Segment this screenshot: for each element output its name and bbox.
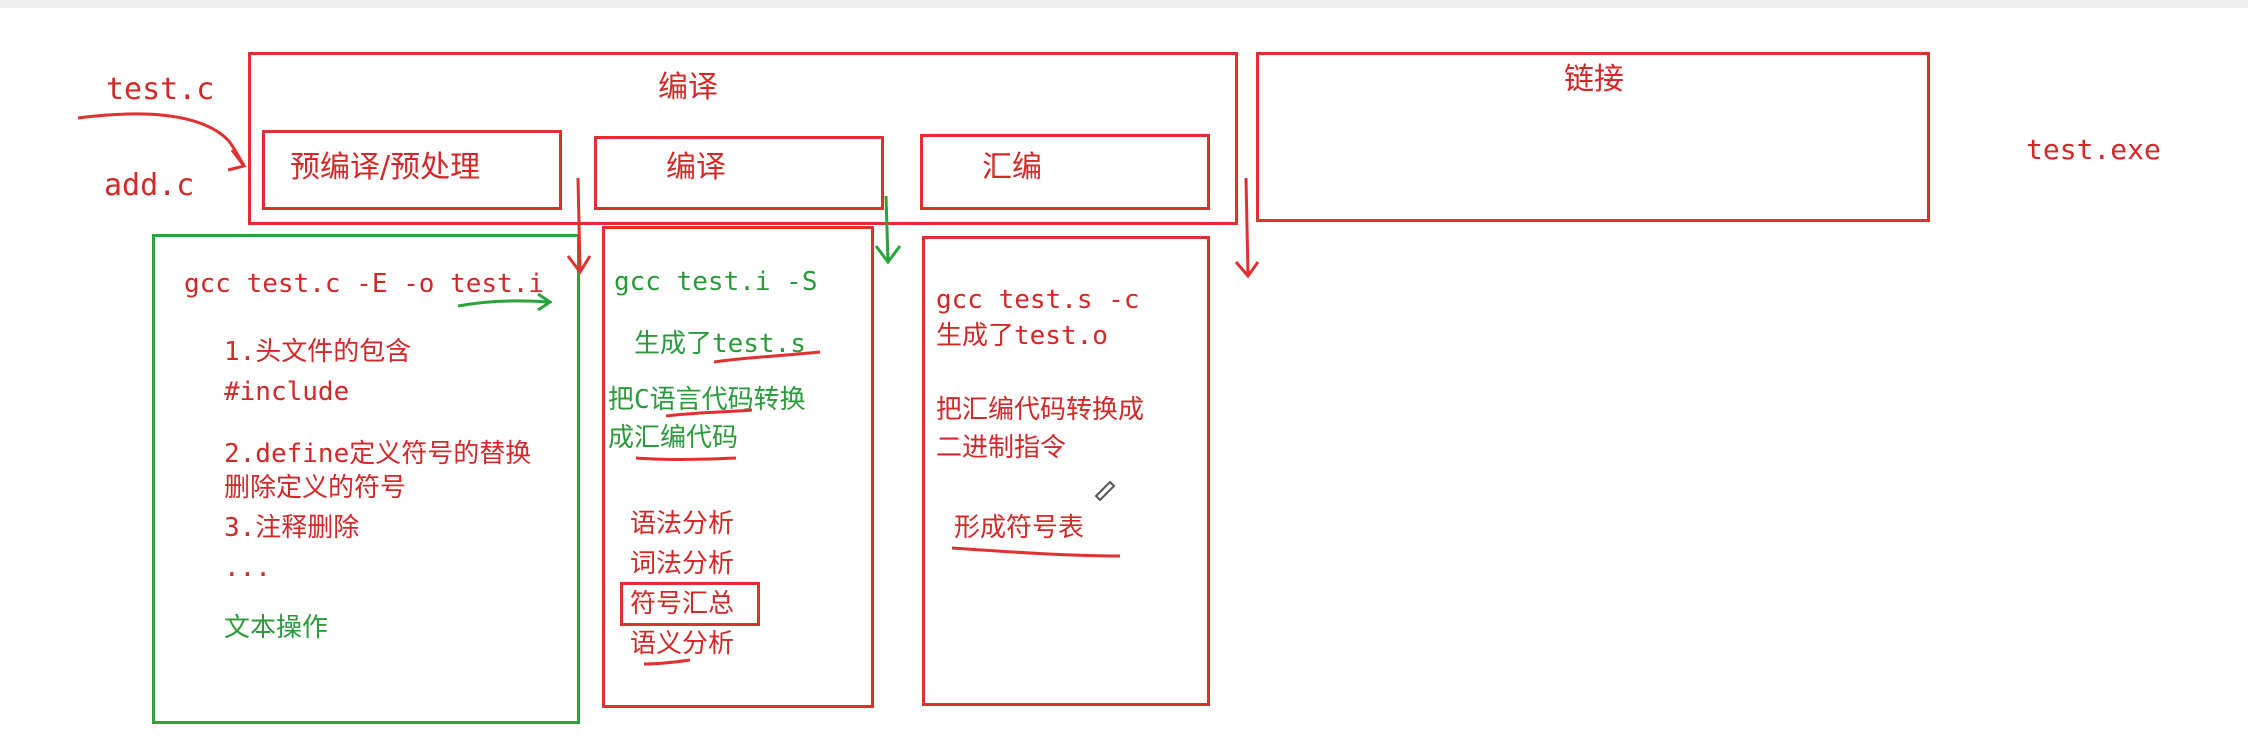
compile-command: gcc test.i -S	[614, 267, 818, 297]
arrow-assemble-down	[1234, 177, 1260, 279]
assemble-desc-1: 把汇编代码转换成	[936, 395, 1145, 425]
top-bar	[0, 0, 2248, 8]
compile-step-4: 语义分析	[630, 629, 735, 659]
precompile-line-4: 删除定义的符号	[224, 473, 407, 503]
input-file-test-c: test.c	[106, 72, 215, 107]
precompile-line-3: 2.define定义符号的替换	[224, 439, 532, 469]
compile-desc-1: 把C语言代码转换	[608, 385, 806, 415]
output-file: test.exe	[2026, 133, 2161, 166]
assemble-command: gcc test.s -c	[936, 285, 1140, 315]
stage-compile-box	[594, 136, 884, 210]
compile-step-3: 符号汇总	[630, 589, 735, 619]
compile-step-1: 语法分析	[630, 509, 735, 539]
input-merge-arrow	[77, 112, 247, 172]
compile-step-2: 词法分析	[630, 549, 735, 579]
precompile-line-2: #include	[224, 377, 350, 407]
compile-result: 生成了test.s	[634, 329, 806, 359]
compile-desc-2: 成汇编代码	[608, 423, 739, 453]
link-title: 链接	[1564, 62, 1624, 97]
precompile-line-1: 1.头文件的包含	[224, 337, 412, 367]
stage-compile-label: 编译	[666, 150, 726, 185]
stage-assemble-label: 汇编	[982, 150, 1042, 185]
input-file-add-c: add.c	[104, 168, 195, 203]
stage-precompile-label: 预编译/预处理	[290, 150, 481, 185]
assemble-desc-2: 二进制指令	[936, 433, 1067, 463]
precompile-line-6: ...	[224, 553, 271, 583]
precompile-line-5: 3.注释删除	[224, 513, 360, 543]
assemble-result: 生成了test.o	[936, 321, 1108, 351]
assemble-summary: 形成符号表	[954, 513, 1085, 543]
stage-assemble-box	[920, 134, 1210, 210]
precompile-command: gcc test.c -E -o test.i	[184, 269, 545, 299]
precompile-summary: 文本操作	[224, 613, 329, 643]
compile-group-title: 编译	[658, 70, 718, 105]
